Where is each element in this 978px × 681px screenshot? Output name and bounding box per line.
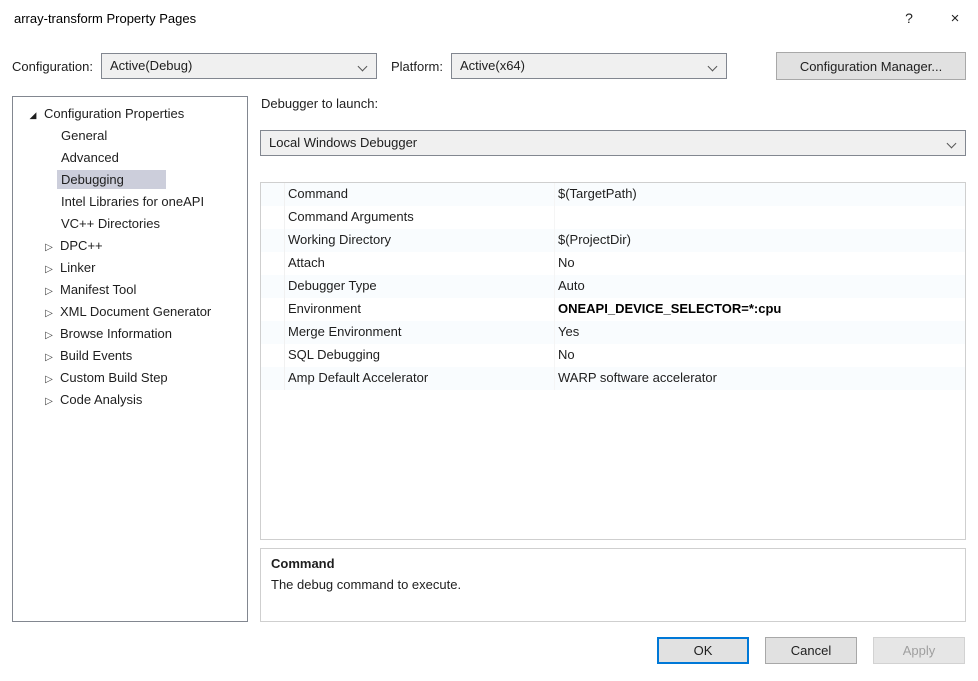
platform-label: Platform: — [391, 59, 443, 74]
tree-collapsed-icon[interactable]: ▷ — [43, 325, 55, 347]
property-row-merge-environment[interactable]: Merge Environment Yes — [261, 321, 965, 344]
property-value[interactable]: No — [555, 252, 965, 275]
tree-collapsed-icon[interactable]: ▷ — [43, 237, 55, 259]
tree-item-linker[interactable]: ▷Linker — [13, 257, 247, 279]
tree-collapsed-icon[interactable]: ▷ — [43, 369, 55, 391]
platform-dropdown[interactable]: Active(x64) — [451, 53, 727, 79]
close-icon: × — [951, 10, 960, 27]
configuration-label: Configuration: — [12, 59, 93, 74]
property-description-text: The debug command to execute. — [271, 577, 955, 592]
property-row-sql-debugging[interactable]: SQL Debugging No — [261, 344, 965, 367]
chevron-down-icon — [708, 62, 718, 72]
property-value[interactable]: Auto — [555, 275, 965, 298]
tree-collapsed-icon[interactable]: ▷ — [43, 259, 55, 281]
property-name: Command — [285, 183, 555, 206]
property-name: Command Arguments — [285, 206, 555, 229]
help-icon: ? — [905, 10, 913, 26]
property-row-environment[interactable]: Environment ONEAPI_DEVICE_SELECTOR=*:cpu — [261, 298, 965, 321]
configuration-dropdown-value: Active(Debug) — [110, 58, 192, 73]
property-row-command-arguments[interactable]: Command Arguments — [261, 206, 965, 229]
chevron-down-icon — [358, 62, 368, 72]
property-name: Amp Default Accelerator — [285, 367, 555, 390]
property-row-amp-default-accelerator[interactable]: Amp Default Accelerator WARP software ac… — [261, 367, 965, 390]
ok-button[interactable]: OK — [657, 637, 749, 664]
chevron-down-icon — [947, 139, 957, 149]
property-name: Merge Environment — [285, 321, 555, 344]
property-value[interactable]: ONEAPI_DEVICE_SELECTOR=*:cpu — [555, 298, 965, 321]
tree-item-custom-build-step[interactable]: ▷Custom Build Step — [13, 367, 247, 389]
configuration-manager-button[interactable]: Configuration Manager... — [776, 52, 966, 80]
property-name: Environment — [285, 298, 555, 321]
property-description-box: Command The debug command to execute. — [260, 548, 966, 622]
window-title: array-transform Property Pages — [0, 11, 886, 26]
platform-dropdown-value: Active(x64) — [460, 58, 525, 73]
property-row-command[interactable]: Command $(TargetPath) — [261, 183, 965, 206]
tree-collapsed-icon[interactable]: ▷ — [43, 347, 55, 369]
debugger-dropdown[interactable]: Local Windows Debugger — [260, 130, 966, 156]
property-value[interactable]: Yes — [555, 321, 965, 344]
cancel-button[interactable]: Cancel — [765, 637, 857, 664]
tree-expanded-icon[interactable]: ◢ — [27, 104, 39, 126]
configuration-bar: Configuration: Active(Debug) Platform: A… — [12, 52, 966, 80]
property-grid: Command $(TargetPath) Command Arguments … — [260, 182, 966, 540]
tree-item-xml-document-generator[interactable]: ▷XML Document Generator — [13, 301, 247, 323]
tree-item-dpcpp[interactable]: ▷DPC++ — [13, 235, 247, 257]
dialog-footer: OK Cancel Apply — [657, 637, 965, 664]
configuration-dropdown[interactable]: Active(Debug) — [101, 53, 377, 79]
title-bar: array-transform Property Pages ? × — [0, 0, 978, 36]
tree-collapsed-icon[interactable]: ▷ — [43, 303, 55, 325]
tree-item-build-events[interactable]: ▷Build Events — [13, 345, 247, 367]
property-value[interactable]: $(ProjectDir) — [555, 229, 965, 252]
debugger-to-launch-label: Debugger to launch: — [261, 96, 378, 111]
tree-item-manifest-tool[interactable]: ▷Manifest Tool — [13, 279, 247, 301]
property-value[interactable] — [555, 206, 965, 229]
debugger-dropdown-value: Local Windows Debugger — [269, 135, 417, 150]
property-row-debugger-type[interactable]: Debugger Type Auto — [261, 275, 965, 298]
apply-button[interactable]: Apply — [873, 637, 965, 664]
tree-item-general[interactable]: General — [13, 125, 247, 147]
property-name: SQL Debugging — [285, 344, 555, 367]
property-value[interactable]: No — [555, 344, 965, 367]
tree-collapsed-icon[interactable]: ▷ — [43, 391, 55, 413]
tree-item-debugging[interactable]: Debugging — [13, 169, 247, 191]
tree-item-advanced[interactable]: Advanced — [13, 147, 247, 169]
property-description-title: Command — [271, 556, 955, 571]
configuration-tree: ◢Configuration Properties General Advanc… — [12, 96, 248, 622]
property-value[interactable]: $(TargetPath) — [555, 183, 965, 206]
property-value[interactable]: WARP software accelerator — [555, 367, 965, 390]
tree-item-intel-libraries-for-oneapi[interactable]: Intel Libraries for oneAPI — [13, 191, 247, 213]
property-name: Debugger Type — [285, 275, 555, 298]
property-name: Working Directory — [285, 229, 555, 252]
property-row-working-directory[interactable]: Working Directory $(ProjectDir) — [261, 229, 965, 252]
close-button[interactable]: × — [932, 0, 978, 36]
tree-item-browse-information[interactable]: ▷Browse Information — [13, 323, 247, 345]
property-name: Attach — [285, 252, 555, 275]
tree-item-configuration-properties[interactable]: ◢Configuration Properties — [13, 103, 247, 125]
tree-item-vcpp-directories[interactable]: VC++ Directories — [13, 213, 247, 235]
tree-item-code-analysis[interactable]: ▷Code Analysis — [13, 389, 247, 411]
help-button[interactable]: ? — [886, 0, 932, 36]
property-row-attach[interactable]: Attach No — [261, 252, 965, 275]
tree-collapsed-icon[interactable]: ▷ — [43, 281, 55, 303]
